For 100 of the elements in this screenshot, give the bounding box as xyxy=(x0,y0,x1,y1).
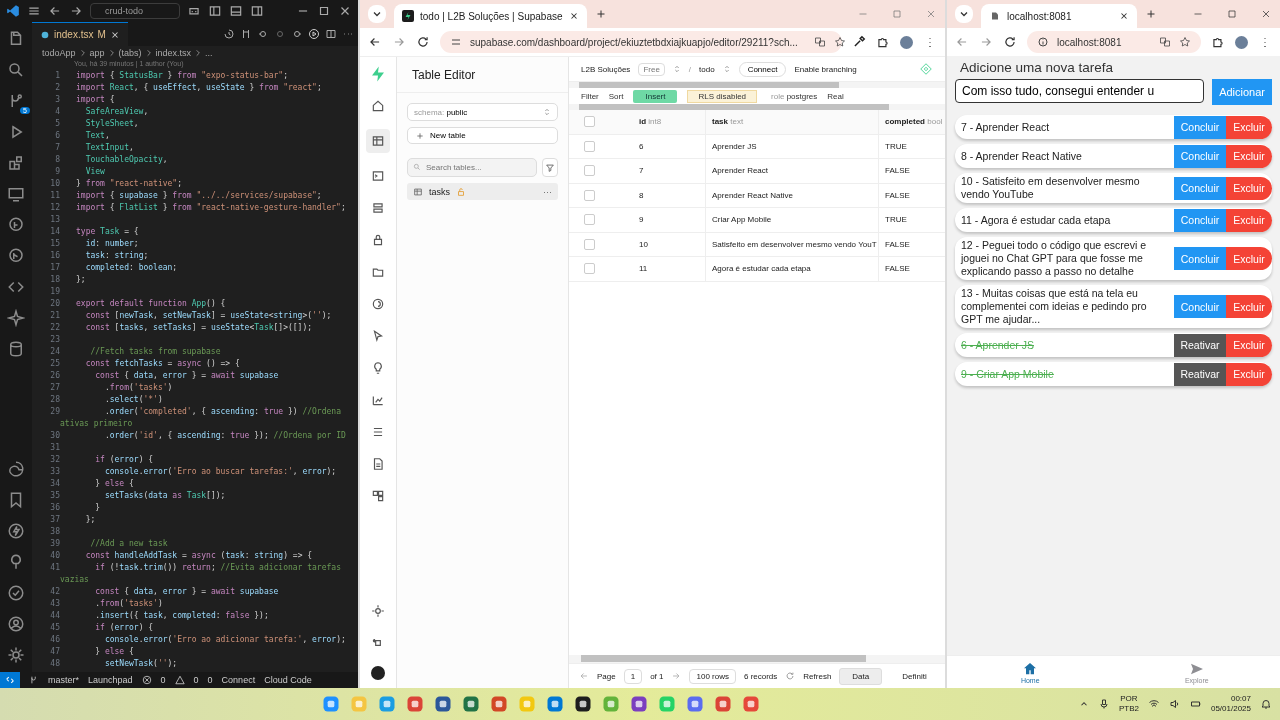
reactivate-button[interactable]: Reativar xyxy=(1174,333,1226,357)
sort-button[interactable]: Sort xyxy=(608,91,624,101)
back-icon[interactable] xyxy=(48,4,62,18)
command-search-field[interactable]: crud-todo xyxy=(90,3,180,19)
browser-tab[interactable]: todo | L2B Soluções | Supabase xyxy=(394,4,587,28)
close-icon[interactable] xyxy=(1260,8,1272,20)
row-checkbox[interactable] xyxy=(583,189,595,201)
account-icon[interactable] xyxy=(7,615,25,633)
switcher-icon[interactable] xyxy=(672,65,681,73)
connect-button[interactable]: Connect xyxy=(738,61,787,77)
extensions-icon[interactable] xyxy=(876,35,890,49)
tab-search-icon[interactable] xyxy=(955,5,973,23)
refresh-button[interactable]: Refresh xyxy=(803,671,832,681)
notification-bell-icon[interactable] xyxy=(1260,698,1272,710)
cloud-code-status[interactable]: Cloud Code xyxy=(264,675,312,685)
close-icon[interactable] xyxy=(568,11,579,21)
run-icon[interactable] xyxy=(308,28,320,40)
scrollbar-thumb[interactable] xyxy=(579,104,889,110)
extensions-icon[interactable] xyxy=(7,154,25,172)
editor-tab[interactable]: index.tsx M xyxy=(32,22,128,47)
user-avatar[interactable] xyxy=(371,666,385,680)
profile-avatar[interactable] xyxy=(900,35,913,49)
split-editor-icon[interactable] xyxy=(325,28,337,40)
close-icon[interactable] xyxy=(1119,11,1129,21)
switcher-icon[interactable] xyxy=(722,65,731,73)
errors-status[interactable]: 0 xyxy=(160,675,166,685)
launchpad-status[interactable]: Launchpad xyxy=(88,675,133,685)
profile-avatar[interactable] xyxy=(1235,35,1248,49)
tab-search-icon[interactable] xyxy=(368,5,386,23)
breadcrumb-item[interactable]: (tabs) xyxy=(118,48,142,58)
reactivate-button[interactable]: Reativar xyxy=(1174,362,1226,386)
clock-time[interactable]: 00:07 xyxy=(1230,694,1251,704)
scrollbar-thumb[interactable] xyxy=(579,82,839,88)
breadcrumb-item[interactable]: index.tsx xyxy=(155,48,192,58)
star-icon[interactable] xyxy=(1179,36,1191,48)
connect-status[interactable]: Connect xyxy=(221,675,256,685)
reload-icon[interactable] xyxy=(1003,35,1017,49)
database-icon[interactable] xyxy=(7,340,25,358)
extensions-icon[interactable] xyxy=(1211,35,1225,49)
sparkle-icon[interactable] xyxy=(7,309,25,327)
branch-status[interactable]: master* xyxy=(48,675,79,685)
search-icon[interactable] xyxy=(7,61,25,79)
battery-icon[interactable] xyxy=(1189,698,1202,710)
schema-dropdown[interactable]: schema: public xyxy=(407,103,558,121)
delete-button[interactable]: Excluir xyxy=(1226,247,1272,270)
task-input[interactable]: Com isso tudo, consegui entender u xyxy=(955,79,1205,103)
table-icon[interactable] xyxy=(366,129,390,153)
row-checkbox[interactable] xyxy=(583,214,595,226)
view-tab[interactable]: Definiti xyxy=(890,668,939,684)
timeline-icon[interactable] xyxy=(223,28,235,40)
rows-per-page-dropdown[interactable]: 100 rows xyxy=(689,668,736,684)
previous-change-icon[interactable] xyxy=(257,28,269,40)
git-graph-icon[interactable] xyxy=(7,247,25,265)
restore-icon[interactable] xyxy=(317,4,331,18)
project-name[interactable]: todo xyxy=(699,64,715,74)
delete-button[interactable]: Excluir xyxy=(1226,362,1272,386)
table-list-item[interactable]: tasks ··· xyxy=(407,183,558,200)
row-checkbox[interactable] xyxy=(583,165,595,177)
insert-button[interactable]: Insert xyxy=(633,89,678,103)
row-checkbox[interactable] xyxy=(583,238,595,250)
warnings-status[interactable]: 0 xyxy=(193,675,199,685)
browser-tab[interactable]: localhost:8081 xyxy=(981,4,1137,28)
breadcrumb-item[interactable]: ... xyxy=(205,48,213,58)
scrollbar-thumb[interactable] xyxy=(581,655,866,662)
delete-button[interactable]: Excluir xyxy=(1226,208,1272,232)
delete-button[interactable]: Excluir xyxy=(1226,176,1272,200)
select-all-checkbox[interactable] xyxy=(583,116,595,128)
ports-status[interactable]: 0 xyxy=(207,675,213,685)
role-dropdown[interactable]: role postgres xyxy=(771,91,818,101)
settings-icon[interactable] xyxy=(7,646,25,664)
panel-icon[interactable] xyxy=(229,4,243,18)
settings-icon[interactable] xyxy=(369,602,387,620)
maximize-icon[interactable] xyxy=(1226,8,1238,20)
enable-branching-link[interactable]: Enable branching xyxy=(794,64,857,74)
info-icon[interactable] xyxy=(1037,36,1049,48)
breadcrumb-item[interactable]: app xyxy=(89,48,105,58)
eyedropper-icon[interactable] xyxy=(852,35,866,49)
page-number-field[interactable]: 1 xyxy=(623,668,643,684)
layout-icon[interactable] xyxy=(208,4,222,18)
row-checkbox[interactable] xyxy=(583,140,595,152)
more-button[interactable]: ··· xyxy=(543,186,552,197)
lightning-icon[interactable] xyxy=(7,522,25,540)
next-change-icon[interactable] xyxy=(291,28,303,40)
back-icon[interactable] xyxy=(368,35,382,49)
star-icon[interactable] xyxy=(833,36,846,48)
close-icon[interactable] xyxy=(109,29,120,40)
compare-icon[interactable] xyxy=(240,28,252,40)
remote-icon[interactable] xyxy=(7,185,25,203)
translate-icon[interactable] xyxy=(1159,36,1171,48)
reload-icon[interactable] xyxy=(416,35,430,49)
table-search-field[interactable]: Search tables... xyxy=(407,158,537,177)
volume-icon[interactable] xyxy=(1168,698,1181,710)
translate-icon[interactable] xyxy=(813,36,826,48)
new-tab-icon[interactable] xyxy=(1145,8,1157,20)
menu-icon[interactable] xyxy=(27,4,41,18)
address-bar[interactable]: supabase.com/dashboard/project/ekiuztetbdxiajkuapjo/editor/29211?sch... xyxy=(440,31,842,53)
remote-button[interactable] xyxy=(0,672,20,688)
clock-date[interactable]: 05/01/2025 xyxy=(1210,704,1251,714)
delete-button[interactable]: Excluir xyxy=(1226,115,1272,139)
filter-button[interactable]: Filter xyxy=(581,91,599,101)
